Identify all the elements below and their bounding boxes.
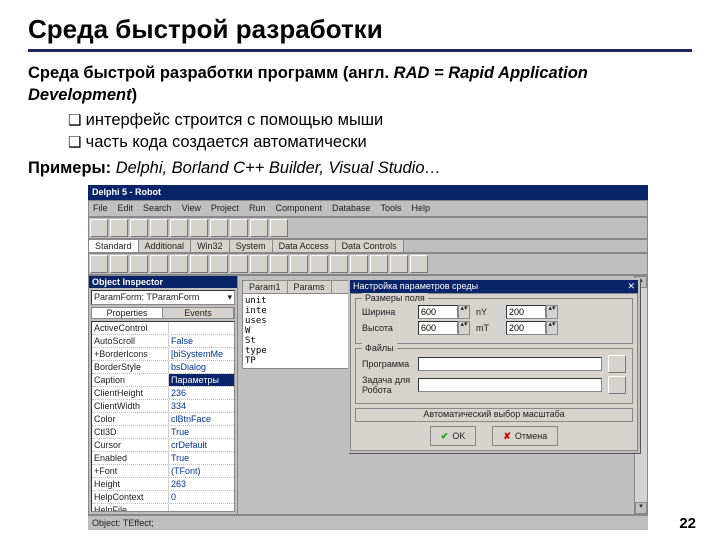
status-bar: Object: TEffect; xyxy=(88,515,648,530)
page-number: 22 xyxy=(679,515,696,532)
cancel-button[interactable]: Отмена xyxy=(492,426,558,446)
ok-button[interactable]: OK xyxy=(430,426,477,446)
program-path-input[interactable] xyxy=(418,357,602,371)
object-inspector: Object Inspector ParamForm: TParamForm▾ … xyxy=(89,276,238,514)
ide-screenshot: Delphi 5 - Robot FileEditSearchViewProje… xyxy=(88,185,648,530)
ny-input[interactable] xyxy=(506,305,546,319)
form-designer-window[interactable]: Настройка параметров среды✕ Размеры поля… xyxy=(348,278,640,453)
task-path-input[interactable] xyxy=(418,378,602,392)
group-files: Файлы Программа Задача для Робота xyxy=(355,348,633,404)
close-icon[interactable]: ✕ xyxy=(627,281,635,292)
property-grid[interactable]: ActiveControlAutoScrollFalse+BorderIcons… xyxy=(91,321,235,512)
component-palette[interactable] xyxy=(88,253,648,275)
workspace: Param1Params unitinteuses W Sttype TP На… xyxy=(238,276,634,514)
chevron-down-icon[interactable]: ▾ xyxy=(227,291,232,304)
mt-input[interactable] xyxy=(506,321,546,335)
object-inspector-title: Object Inspector xyxy=(89,276,237,288)
bullet-1: интерфейс строится с помощью мыши xyxy=(68,109,692,131)
auto-scale-button[interactable]: Автоматический выбор масштаба xyxy=(355,408,633,422)
ide-titlebar: Delphi 5 - Robot xyxy=(88,185,648,200)
width-input[interactable] xyxy=(418,305,458,319)
ide-menubar[interactable]: FileEditSearchViewProjectRunComponentDat… xyxy=(88,200,648,217)
height-input[interactable] xyxy=(418,321,458,335)
divider xyxy=(28,49,692,52)
component-combo[interactable]: ParamForm: TParamForm▾ xyxy=(91,290,235,305)
bullet-2: часть кода создается автоматически xyxy=(68,131,692,153)
component-palette-tabs[interactable]: StandardAdditionalWin32SystemData Access… xyxy=(88,239,648,253)
browse-button[interactable] xyxy=(608,376,626,394)
slide-title: Среда быстрой разработки xyxy=(28,14,692,45)
body-text: Среда быстрой разработки программ (англ.… xyxy=(28,62,692,179)
inspector-tabs[interactable]: PropertiesEvents xyxy=(91,307,235,319)
browse-button[interactable] xyxy=(608,355,626,373)
group-sizes: Размеры поля Ширина ▴▾ nY ▴▾ Высота ▴▾ m… xyxy=(355,298,633,344)
ide-toolbar[interactable] xyxy=(88,217,648,239)
